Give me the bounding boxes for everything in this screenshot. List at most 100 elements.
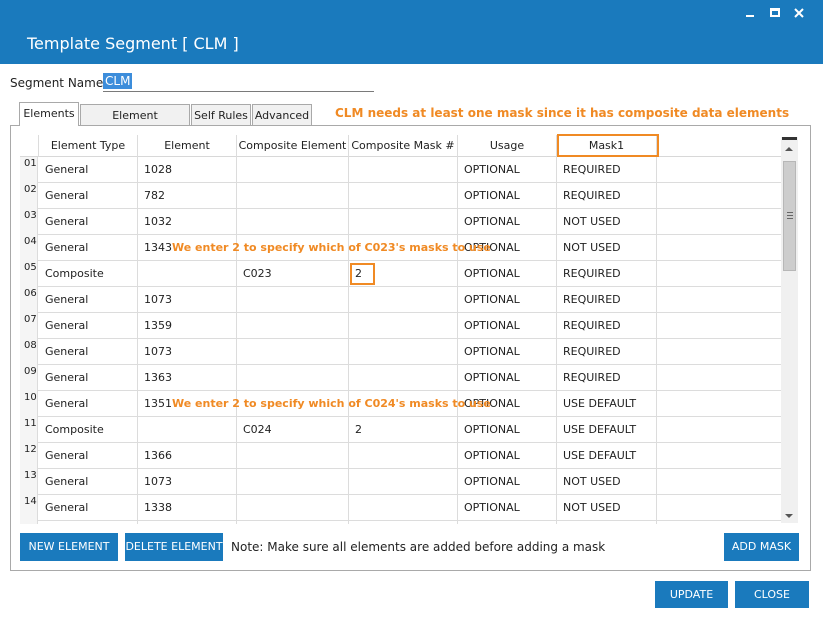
cell-composite-element[interactable] <box>237 443 349 469</box>
close-button[interactable]: CLOSE <box>735 581 809 608</box>
table-row[interactable]: 06 General 1073 OPTIONAL REQUIRED <box>20 287 781 313</box>
minimize-icon[interactable] <box>741 4 759 22</box>
cell-composite-mask[interactable] <box>349 157 458 183</box>
cell-usage[interactable]: OPTIONAL <box>458 469 557 495</box>
cell-composite-mask[interactable]: 2 <box>349 261 458 287</box>
cell-element[interactable]: 1073 <box>138 339 237 365</box>
cell-composite-mask[interactable] <box>349 287 458 313</box>
tab-elements[interactable]: Elements <box>19 102 79 126</box>
cell-usage[interactable]: OPTIONAL <box>458 495 557 521</box>
column-header-composite-mask[interactable]: Composite Mask # <box>349 135 458 157</box>
cell-mask1[interactable]: NOT USED <box>557 469 657 495</box>
cell-composite-element[interactable] <box>237 469 349 495</box>
cell-usage[interactable]: OPTIONAL <box>458 209 557 235</box>
cell-usage[interactable]: OPTIONAL <box>458 443 557 469</box>
cell-mask1[interactable]: USE DEFAULT <box>557 417 657 443</box>
segment-name-input[interactable]: CLM <box>103 72 374 92</box>
cell-mask1[interactable]: REQUIRED <box>557 183 657 209</box>
column-header-usage[interactable]: Usage <box>458 135 557 157</box>
cell-composite-element[interactable] <box>237 521 349 524</box>
cell-composite-element[interactable]: C023 <box>237 261 349 287</box>
cell-element-type[interactable]: Composite <box>39 417 138 443</box>
cell-usage[interactable]: OPTIONAL <box>458 183 557 209</box>
table-row[interactable]: 07 General 1359 OPTIONAL REQUIRED <box>20 313 781 339</box>
cell-composite-mask[interactable] <box>349 339 458 365</box>
cell-mask1[interactable]: REQUIRED <box>557 287 657 313</box>
cell-element[interactable]: 1028 <box>138 157 237 183</box>
cell-element[interactable]: 1363 <box>138 365 237 391</box>
cell-element-type[interactable]: General <box>39 313 138 339</box>
cell-mask1[interactable]: NOT USED <box>557 235 657 261</box>
cell-element-type[interactable]: Composite <box>39 261 138 287</box>
cell-element-type[interactable]: General <box>39 365 138 391</box>
scrollbar-thumb[interactable] <box>783 161 796 271</box>
column-header-composite-element[interactable]: Composite Element <box>237 135 349 157</box>
cell-composite-element[interactable] <box>237 157 349 183</box>
cell-mask1[interactable]: NOT USED <box>557 495 657 521</box>
cell-element[interactable]: 1366 <box>138 443 237 469</box>
table-row[interactable]: 03 General 1032 OPTIONAL NOT USED <box>20 209 781 235</box>
cell-element-type[interactable]: General <box>39 495 138 521</box>
cell-element[interactable]: 1073 <box>138 469 237 495</box>
cell-element-type[interactable]: General <box>39 469 138 495</box>
cell-element[interactable]: 1032 <box>138 209 237 235</box>
cell-mask1[interactable]: USE DEFAULT <box>557 391 657 417</box>
column-header-element[interactable]: Element <box>138 135 237 157</box>
cell-composite-mask[interactable] <box>349 365 458 391</box>
cell-mask1[interactable]: REQUIRED <box>557 313 657 339</box>
cell-mask1[interactable]: NOT USED <box>557 209 657 235</box>
cell-element[interactable]: 782 <box>138 183 237 209</box>
table-row[interactable]: 12 General 1366 OPTIONAL USE DEFAULT <box>20 443 781 469</box>
cell-composite-mask[interactable] <box>349 521 458 524</box>
cell-composite-element[interactable] <box>237 183 349 209</box>
tab-self-rules[interactable]: Self Rules <box>191 104 251 126</box>
cell-composite-mask[interactable] <box>349 495 458 521</box>
cell-usage[interactable]: OPTIONAL <box>458 365 557 391</box>
cell-composite-mask[interactable] <box>349 443 458 469</box>
cell-composite-mask[interactable] <box>349 183 458 209</box>
cell-composite-mask[interactable]: 2 <box>349 417 458 443</box>
cell-composite-element[interactable] <box>237 365 349 391</box>
table-row[interactable]: 14 General 1338 OPTIONAL NOT USED <box>20 495 781 521</box>
cell-mask1[interactable]: USE DEFAULT <box>557 443 657 469</box>
cell-usage[interactable] <box>458 521 557 524</box>
cell-usage[interactable]: OPTIONAL <box>458 313 557 339</box>
cell-usage[interactable]: OPTIONAL <box>458 261 557 287</box>
table-row[interactable]: 11 Composite C024 2 OPTIONAL USE DEFAULT <box>20 417 781 443</box>
delete-element-button[interactable]: DELETE ELEMENT <box>125 533 223 561</box>
close-icon[interactable] <box>790 4 808 22</box>
cell-composite-mask[interactable] <box>349 469 458 495</box>
table-row[interactable]: 05 Composite C023 2 OPTIONAL REQUIRED <box>20 261 781 287</box>
cell-usage[interactable]: OPTIONAL <box>458 417 557 443</box>
cell-composite-mask[interactable] <box>349 209 458 235</box>
cell-element-type[interactable]: General <box>39 183 138 209</box>
cell-mask1[interactable]: REQUIRED <box>557 365 657 391</box>
cell-composite-element[interactable] <box>237 209 349 235</box>
table-row[interactable]: 01 General 1028 OPTIONAL REQUIRED <box>20 157 781 183</box>
cell-element-type[interactable]: General <box>39 443 138 469</box>
cell-element[interactable] <box>138 417 237 443</box>
cell-element-type[interactable] <box>39 521 138 524</box>
scroll-up-icon[interactable] <box>785 147 793 151</box>
cell-composite-mask[interactable] <box>349 313 458 339</box>
cell-composite-element[interactable] <box>237 313 349 339</box>
cell-composite-element[interactable] <box>237 287 349 313</box>
table-row[interactable]: 10 General 1351 OPTIONAL USE DEFAULT We enter… <box>20 391 781 417</box>
cell-usage[interactable]: OPTIONAL <box>458 339 557 365</box>
table-row[interactable] <box>20 521 781 524</box>
table-row[interactable]: 08 General 1073 OPTIONAL REQUIRED <box>20 339 781 365</box>
cell-composite-element[interactable] <box>237 495 349 521</box>
cell-element-type[interactable]: General <box>39 235 138 261</box>
table-row[interactable]: 02 General 782 OPTIONAL REQUIRED <box>20 183 781 209</box>
cell-element[interactable]: 1338 <box>138 495 237 521</box>
cell-element[interactable]: 1073 <box>138 287 237 313</box>
maximize-icon[interactable] <box>766 4 784 22</box>
cell-composite-element[interactable] <box>237 339 349 365</box>
cell-element-type[interactable]: General <box>39 157 138 183</box>
cell-element[interactable]: 1359 <box>138 313 237 339</box>
cell-mask1[interactable]: REQUIRED <box>557 261 657 287</box>
cell-mask1[interactable] <box>557 521 657 524</box>
cell-element[interactable] <box>138 521 237 524</box>
update-button[interactable]: UPDATE <box>655 581 728 608</box>
table-row[interactable]: 04 General 1343 OPTIONAL NOT USED We enter 2 … <box>20 235 781 261</box>
